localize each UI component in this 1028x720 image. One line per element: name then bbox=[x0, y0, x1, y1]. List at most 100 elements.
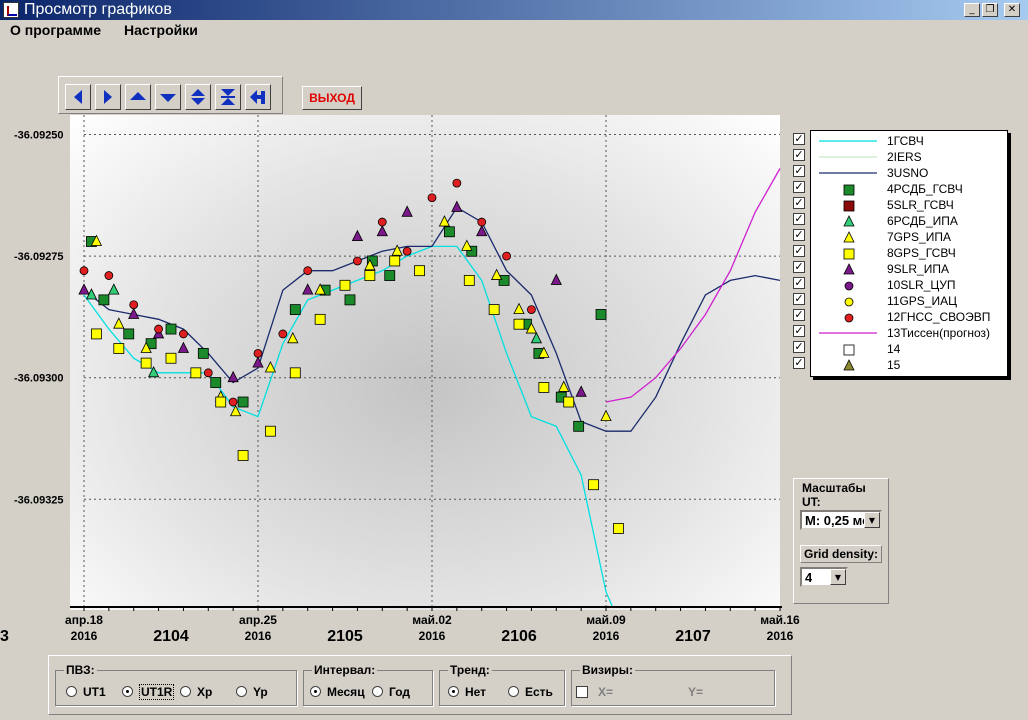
x-tick-label: май.09 bbox=[586, 613, 626, 627]
series-visibility-checkbox[interactable]: ✓ bbox=[793, 325, 805, 337]
legend-label: 7GPS_ИПА bbox=[887, 230, 951, 244]
menu-settings[interactable]: Настройки bbox=[124, 22, 198, 38]
menu-about[interactable]: О программе bbox=[10, 22, 101, 38]
legend-label: 6РСДБ_ИПА bbox=[887, 214, 958, 228]
radio-trend-yes-label: Есть bbox=[525, 685, 553, 699]
expand-vertical-icon bbox=[191, 89, 205, 105]
radio-dot-selected bbox=[310, 686, 321, 697]
x-tick-year-label: 2016 bbox=[767, 629, 794, 643]
radio-dot bbox=[66, 686, 77, 697]
exit-button[interactable]: ВЫХОД bbox=[302, 86, 362, 110]
minimize-button[interactable]: _ bbox=[964, 3, 980, 17]
zoom-out-vertical-button[interactable] bbox=[185, 84, 211, 110]
scroll-left-button[interactable] bbox=[65, 84, 91, 110]
series-visibility-checkbox[interactable]: ✓ bbox=[793, 309, 805, 321]
radio-xp[interactable]: Xp bbox=[180, 685, 212, 699]
radio-trend-no-label: Нет bbox=[465, 685, 487, 699]
legend-symbol bbox=[844, 281, 854, 291]
legend-label: 3USNO bbox=[887, 166, 929, 180]
visors-checkbox[interactable] bbox=[576, 685, 594, 699]
legend-marker-swatch bbox=[843, 248, 855, 260]
legend-symbol bbox=[819, 140, 877, 142]
week-number-label: 2107 bbox=[675, 628, 711, 645]
radio-ut1[interactable]: UT1 bbox=[66, 685, 106, 699]
week-number-label: 2105 bbox=[327, 628, 363, 645]
title-bar: Просмотр графиков _ ❐ ✕ bbox=[0, 0, 1028, 20]
legend-marker-swatch bbox=[844, 281, 854, 291]
week-number-label: 2106 bbox=[501, 628, 537, 645]
radio-ut1-label: UT1 bbox=[83, 685, 106, 699]
collapse-vertical-icon bbox=[221, 89, 235, 105]
series-visibility-checkbox[interactable]: ✓ bbox=[793, 245, 805, 257]
series-visibility-checkbox[interactable]: ✓ bbox=[793, 357, 805, 369]
radio-yp[interactable]: Yp bbox=[236, 685, 268, 699]
scale-select-value: М: 0,25 мс bbox=[805, 513, 865, 528]
grid-density-select[interactable]: 4 ▼ bbox=[800, 567, 848, 587]
series-visibility-checkbox[interactable]: ✓ bbox=[793, 341, 805, 353]
scales-panel-title: Масштабы UT: bbox=[800, 481, 888, 509]
scroll-right-button[interactable] bbox=[95, 84, 121, 110]
legend-symbol bbox=[844, 297, 854, 307]
close-button[interactable]: ✕ bbox=[1004, 3, 1020, 17]
legend-symbol bbox=[843, 200, 855, 212]
series-visibility-checkbox[interactable]: ✓ bbox=[793, 165, 805, 177]
series-visibility-checkbox[interactable]: ✓ bbox=[793, 277, 805, 289]
visors-group-title: Визиры: bbox=[580, 663, 635, 677]
reset-view-button[interactable] bbox=[245, 84, 271, 110]
legend-label: 9SLR_ИПА bbox=[887, 262, 949, 276]
legend-label: 15 bbox=[887, 358, 901, 372]
legend-symbol bbox=[843, 184, 855, 196]
y-tick-label: -36.09250 bbox=[14, 130, 64, 142]
legend-item: 8GPS_ГСВЧ bbox=[811, 245, 1007, 261]
legend-label: 5SLR_ГСВЧ bbox=[887, 198, 954, 212]
arrow-right-icon bbox=[104, 90, 112, 104]
series-visibility-checkbox[interactable]: ✓ bbox=[793, 293, 805, 305]
chevron-down-icon[interactable]: ▼ bbox=[830, 569, 846, 585]
radio-year-label: Год bbox=[389, 685, 410, 699]
legend-marker-swatch bbox=[844, 297, 854, 307]
week-number-label-partial: 3 bbox=[0, 628, 9, 645]
trend-group: Тренд: Нет Есть bbox=[439, 663, 565, 706]
series-visibility-checkbox[interactable]: ✓ bbox=[793, 133, 805, 145]
series-visibility-checkbox[interactable]: ✓ bbox=[793, 261, 805, 273]
x-tick-year-label: 2016 bbox=[419, 629, 446, 643]
bottom-controls: ПВЗ: UT1 UT1R Xp Yp Интервал: Месяц Год … bbox=[48, 655, 792, 715]
x-tick-label: май.02 bbox=[412, 613, 452, 627]
week-number-label: 2104 bbox=[153, 628, 189, 645]
scroll-up-button[interactable] bbox=[125, 84, 151, 110]
x-tick-label: апр.18 bbox=[65, 613, 103, 627]
legend-item: 2IERS bbox=[811, 149, 1007, 165]
scroll-down-button[interactable] bbox=[155, 84, 181, 110]
x-tick-year-label: 2016 bbox=[71, 629, 98, 643]
radio-month[interactable]: Месяц bbox=[310, 685, 365, 699]
restore-button[interactable]: ❐ bbox=[982, 3, 998, 17]
y-tick-label: -36.09325 bbox=[14, 494, 64, 506]
legend-item: 14 bbox=[811, 341, 1007, 357]
radio-trend-no[interactable]: Нет bbox=[448, 685, 486, 699]
series-visibility-checkbox[interactable]: ✓ bbox=[793, 197, 805, 209]
series-visibility-checkbox[interactable]: ✓ bbox=[793, 181, 805, 193]
series-visibility-checkbox[interactable]: ✓ bbox=[793, 149, 805, 161]
visor-y-label: Y= bbox=[688, 685, 704, 699]
legend-label: 4РСДБ_ГСВЧ bbox=[887, 182, 963, 196]
menu-bar: О программе Настройки bbox=[0, 20, 1028, 40]
zoom-in-vertical-button[interactable] bbox=[215, 84, 241, 110]
legend-marker-swatch bbox=[843, 359, 855, 371]
pvz-group-title: ПВЗ: bbox=[64, 663, 97, 677]
legend-symbol bbox=[843, 215, 855, 227]
interval-group-title: Интервал: bbox=[312, 663, 378, 677]
radio-year[interactable]: Год bbox=[372, 685, 410, 699]
series-visibility-checkbox[interactable]: ✓ bbox=[793, 213, 805, 225]
chevron-down-icon[interactable]: ▼ bbox=[864, 512, 880, 528]
series-visibility-checkbox[interactable]: ✓ bbox=[793, 229, 805, 241]
legend-symbol bbox=[843, 344, 855, 356]
scale-select[interactable]: М: 0,25 мс ▼ bbox=[800, 510, 882, 530]
legend-item: 10SLR_ЦУП bbox=[811, 277, 1007, 293]
arrow-left-icon bbox=[74, 90, 82, 104]
radio-trend-yes[interactable]: Есть bbox=[508, 685, 553, 699]
legend-marker-swatch bbox=[844, 313, 854, 323]
pvz-group: ПВЗ: UT1 UT1R Xp Yp bbox=[55, 663, 297, 706]
chart-legend: 1ГСВЧ 2IERS 3USNO 4РСДБ_ГСВЧ 5SLR_ГСВЧ 6РСДБ_… bbox=[810, 130, 1008, 377]
radio-ut1r[interactable]: UT1R bbox=[122, 684, 175, 700]
legend-symbol bbox=[843, 231, 855, 243]
